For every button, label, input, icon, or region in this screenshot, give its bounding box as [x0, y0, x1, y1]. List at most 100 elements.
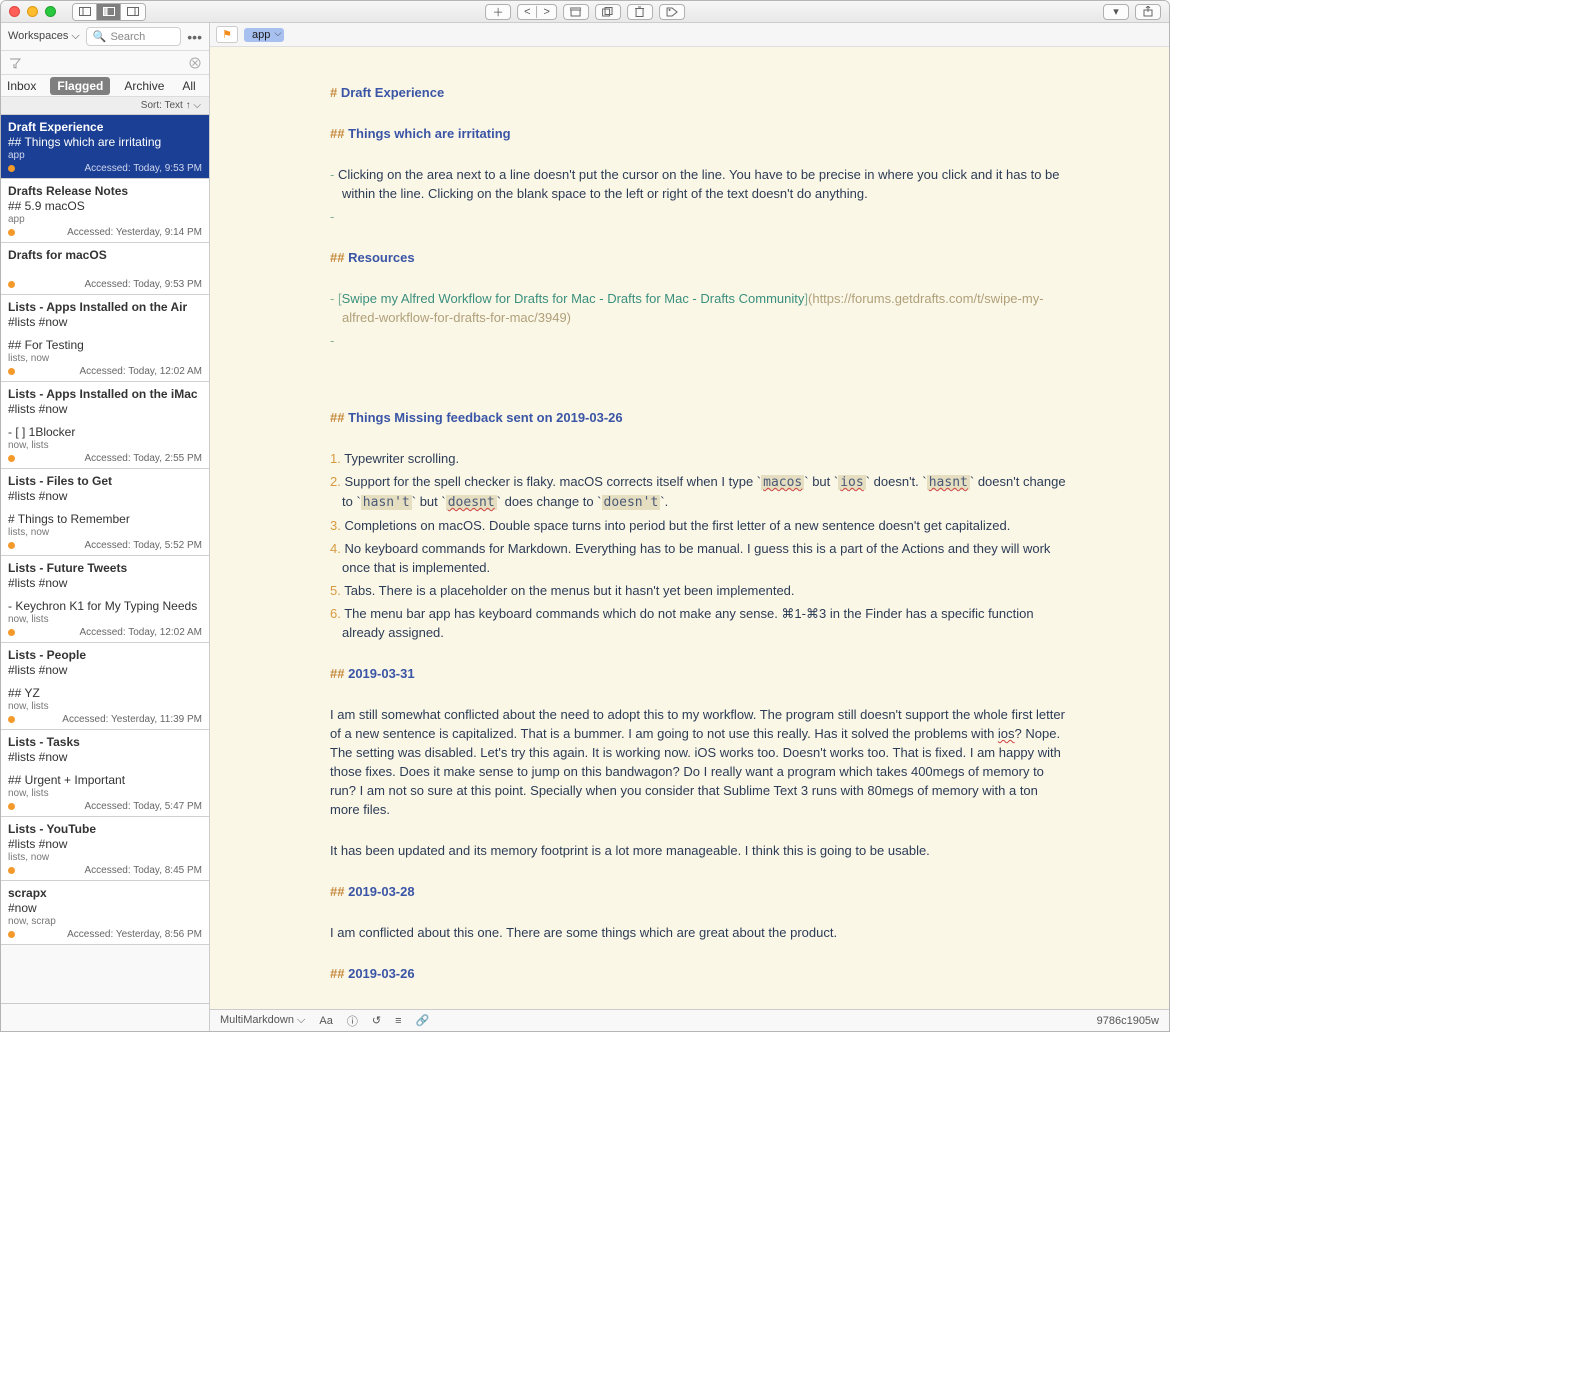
- h2-text: Things which are irritating: [348, 126, 511, 141]
- sort-row[interactable]: Sort: Text ↑ ⌵: [1, 97, 209, 115]
- arrange-icon[interactable]: ≡: [395, 1015, 401, 1027]
- flag-dot-icon: [8, 229, 15, 236]
- inline-code: hasnt: [927, 475, 970, 490]
- item-subtitle2: ## YZ: [8, 686, 202, 701]
- list-item[interactable]: Lists - Tasks#lists #now## Urgent + Impo…: [1, 730, 209, 817]
- body-text: Clicking on the area next to a line does…: [338, 167, 1060, 201]
- filter-row: [1, 51, 209, 75]
- item-title: Lists - Tasks: [8, 735, 202, 750]
- tab-archive[interactable]: Archive: [120, 77, 168, 95]
- item-title: Lists - Future Tweets: [8, 561, 202, 576]
- item-accessed: Accessed: Today, 5:47 PM: [85, 801, 202, 812]
- workspaces-dropdown[interactable]: Workspaces ⌵: [8, 30, 80, 43]
- tag-chip[interactable]: app: [244, 28, 284, 42]
- list-item[interactable]: Lists - People#lists #now## YZnow, lists…: [1, 643, 209, 730]
- list-number: 6.: [330, 606, 341, 621]
- forward-icon[interactable]: >: [538, 6, 556, 18]
- undo-icon[interactable]: ↺: [372, 1014, 381, 1027]
- item-accessed: Accessed: Today, 9:53 PM: [85, 279, 202, 290]
- bullet-marker: -: [330, 167, 334, 182]
- list-number: 4.: [330, 541, 341, 556]
- bullet-marker: -: [330, 291, 334, 306]
- link-icon[interactable]: 🔗: [415, 1014, 429, 1027]
- clear-icon[interactable]: [189, 57, 201, 69]
- item-accessed: Accessed: Today, 8:45 PM: [85, 865, 202, 876]
- duplicate-button[interactable]: [595, 4, 621, 20]
- minimize-window-button[interactable]: [27, 6, 38, 17]
- flag-dot-icon: [8, 455, 15, 462]
- folder-tabs: Inbox Flagged Archive All Trash: [1, 75, 209, 97]
- back-icon[interactable]: <: [518, 6, 537, 18]
- item-tags: now, lists: [8, 614, 202, 626]
- trash-button[interactable]: [627, 4, 653, 20]
- char-word-count: 9786c1905w: [1097, 1015, 1159, 1027]
- new-draft-button[interactable]: ＋: [485, 4, 511, 20]
- tab-all[interactable]: All: [178, 77, 199, 95]
- tab-inbox[interactable]: Inbox: [3, 77, 40, 95]
- zoom-window-button[interactable]: [45, 6, 56, 17]
- list-number: 3.: [330, 518, 341, 533]
- search-placeholder: Search: [110, 31, 145, 43]
- nav-back-forward[interactable]: <>: [517, 4, 557, 20]
- search-input[interactable]: 🔍 Search: [86, 27, 182, 46]
- h2-text: Resources: [348, 250, 414, 265]
- item-title: Lists - Files to Get: [8, 474, 202, 489]
- list-item[interactable]: Lists - Future Tweets#lists #now- Keychr…: [1, 556, 209, 643]
- h2-marker: ##: [330, 666, 344, 681]
- list-item[interactable]: Lists - Apps Installed on the iMac#lists…: [1, 382, 209, 469]
- item-tags: now, scrap: [8, 916, 202, 928]
- flag-toggle[interactable]: ⚑: [216, 26, 238, 43]
- sidebar-right-icon[interactable]: [121, 4, 145, 20]
- h2-marker: ##: [330, 250, 344, 265]
- list-item[interactable]: scrapx#nownow, scrapAccessed: Yesterday,…: [1, 881, 209, 945]
- list-item[interactable]: Draft Experience## Things which are irri…: [1, 115, 209, 179]
- inline-code: ios: [838, 475, 865, 490]
- list-item[interactable]: Drafts for macOSAccessed: Today, 9:53 PM: [1, 243, 209, 295]
- list-item[interactable]: Drafts Release Notes## 5.9 macOSappAcces…: [1, 179, 209, 243]
- tab-flagged[interactable]: Flagged: [50, 77, 110, 95]
- body-text: I am still somewhat conflicted about the…: [330, 707, 1065, 741]
- font-button[interactable]: Aa: [319, 1015, 332, 1027]
- workspace-row: Workspaces ⌵ 🔍 Search •••: [1, 23, 209, 51]
- flag-dot-icon: [8, 803, 15, 810]
- body-text: Completions on macOS. Double space turns…: [344, 518, 1010, 533]
- split-view-icon[interactable]: [97, 4, 121, 20]
- item-subtitle: #lists #now: [8, 315, 202, 330]
- list-number: 5.: [330, 583, 341, 598]
- item-subtitle2: ## For Testing: [8, 338, 202, 353]
- item-subtitle: #lists #now: [8, 489, 202, 504]
- h2-marker: ##: [330, 884, 344, 899]
- filter-icon[interactable]: [9, 57, 21, 69]
- body-text: It has been updated and its memory footp…: [330, 841, 1069, 860]
- item-tags: lists, now: [8, 353, 202, 365]
- list-item[interactable]: Lists - Apps Installed on the Air#lists …: [1, 295, 209, 382]
- h1-marker: #: [330, 85, 337, 100]
- flag-dot-icon: [8, 368, 15, 375]
- list-item[interactable]: Lists - Files to Get#lists #now# Things …: [1, 469, 209, 556]
- flag-dot-icon: [8, 165, 15, 172]
- item-subtitle: ## Things which are irritating: [8, 135, 202, 150]
- list-item[interactable]: Lists - YouTube#lists #nowlists, nowAcce…: [1, 817, 209, 881]
- body-text: Tabs. There is a placeholder on the menu…: [344, 583, 794, 598]
- flag-dot-icon: [8, 931, 15, 938]
- item-title: Lists - YouTube: [8, 822, 202, 837]
- archive-button[interactable]: [563, 4, 589, 20]
- item-subtitle: [8, 263, 202, 278]
- inline-code: doesn't: [602, 495, 661, 510]
- more-icon[interactable]: •••: [187, 29, 202, 45]
- info-icon[interactable]: ⓘ: [347, 1013, 358, 1029]
- window-controls: [9, 6, 56, 17]
- item-tags: now, lists: [8, 440, 202, 452]
- editor[interactable]: # Draft Experience ## Things which are i…: [210, 47, 1169, 1009]
- dropdown-button[interactable]: ▾: [1103, 4, 1129, 20]
- sidebar-left-icon[interactable]: [73, 4, 97, 20]
- tag-bar: ⚑ app: [210, 23, 1169, 47]
- view-mode-segmented[interactable]: [72, 3, 146, 21]
- draft-list[interactable]: Draft Experience## Things which are irri…: [1, 115, 209, 1003]
- tag-button[interactable]: [659, 4, 685, 20]
- item-accessed: Accessed: Today, 9:53 PM: [85, 163, 202, 174]
- share-button[interactable]: [1135, 4, 1161, 20]
- item-accessed: Accessed: Today, 5:52 PM: [85, 540, 202, 551]
- close-window-button[interactable]: [9, 6, 20, 17]
- syntax-selector[interactable]: MultiMarkdown ⌵: [220, 1014, 305, 1027]
